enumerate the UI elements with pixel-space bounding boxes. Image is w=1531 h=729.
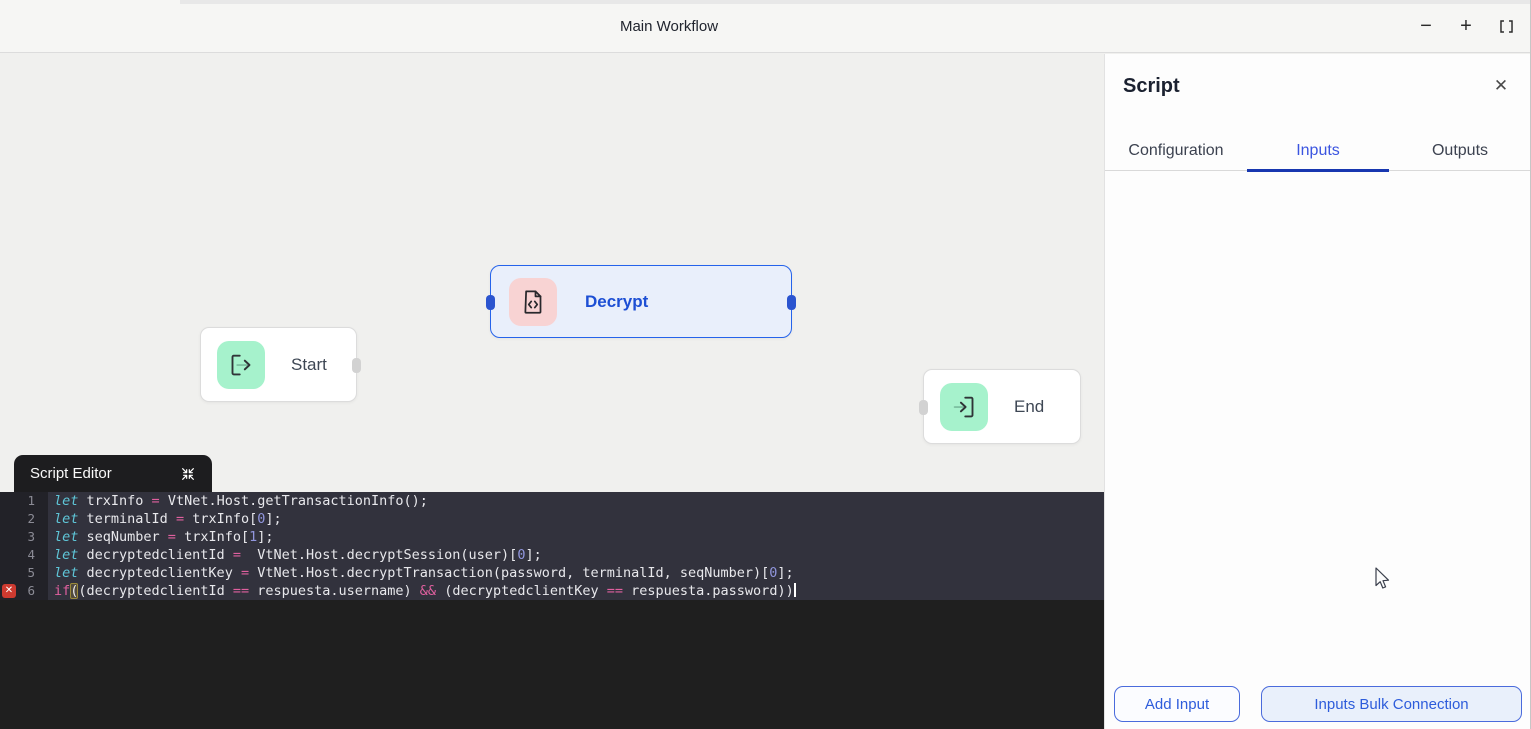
inputs-bulk-connection-button[interactable]: Inputs Bulk Connection	[1261, 686, 1522, 722]
collapse-icon[interactable]	[180, 466, 196, 482]
tab-outputs[interactable]: Outputs	[1389, 130, 1531, 170]
code-editor[interactable]: 1let trxInfo = VtNet.Host.getTransaction…	[0, 492, 1104, 729]
tab-configuration[interactable]: Configuration	[1105, 130, 1247, 170]
mouse-cursor	[1371, 566, 1391, 592]
node-decrypt[interactable]: Decrypt	[490, 265, 792, 338]
add-input-button[interactable]: Add Input	[1114, 686, 1240, 722]
code-line-3[interactable]: 3let seqNumber = trxInfo[1];	[0, 528, 1104, 546]
end-input-handle[interactable]	[919, 400, 928, 415]
node-label: Decrypt	[585, 292, 648, 312]
script-properties-panel: Script ✕ Configuration Inputs Outputs Ad…	[1104, 54, 1531, 729]
code-line-1[interactable]: 1let trxInfo = VtNet.Host.getTransaction…	[0, 492, 1104, 510]
titlebar: Main Workflow − +	[0, 0, 1531, 53]
workflow-title: Main Workflow	[620, 0, 718, 53]
add-tab-icon[interactable]: +	[1455, 16, 1477, 38]
error-marker-icon: ✕	[2, 584, 16, 598]
line-number: 2	[0, 510, 48, 528]
end-icon	[940, 383, 988, 431]
start-output-handle[interactable]	[352, 358, 361, 373]
code-line-5[interactable]: 5let decryptedclientKey = VtNet.Host.dec…	[0, 564, 1104, 582]
script-editor-title: Script Editor	[30, 465, 180, 482]
line-number: 5	[0, 564, 48, 582]
panel-tabs: Configuration Inputs Outputs	[1105, 130, 1531, 171]
code-content[interactable]: let trxInfo = VtNet.Host.getTransactionI…	[48, 492, 1104, 510]
code-content[interactable]: let decryptedclientKey = VtNet.Host.decr…	[48, 564, 1104, 582]
tab-inputs[interactable]: Inputs	[1247, 130, 1389, 170]
code-content[interactable]: let terminalId = trxInfo[0];	[48, 510, 1104, 528]
code-line-6[interactable]: ✕6if((decryptedclientId == respuesta.use…	[0, 582, 1104, 600]
code-content[interactable]: if((decryptedclientId == respuesta.usern…	[48, 582, 1104, 600]
expand-icon[interactable]	[1495, 16, 1517, 38]
decrypt-output-handle[interactable]	[787, 295, 796, 310]
panel-footer: Add Input Inputs Bulk Connection	[1114, 686, 1522, 722]
line-number: 3	[0, 528, 48, 546]
line-number: ✕6	[0, 582, 48, 600]
titlebar-top-strip	[180, 0, 1531, 4]
node-end[interactable]: End	[923, 369, 1081, 444]
minimize-icon[interactable]: −	[1415, 16, 1437, 38]
window-controls: − +	[1415, 0, 1517, 53]
node-start[interactable]: Start	[200, 327, 357, 402]
script-file-icon	[509, 278, 557, 326]
code-line-4[interactable]: 4let decryptedclientId = VtNet.Host.decr…	[0, 546, 1104, 564]
line-number: 1	[0, 492, 48, 510]
code-lines: 1let trxInfo = VtNet.Host.getTransaction…	[0, 492, 1104, 600]
text-caret	[794, 583, 796, 597]
node-label: Start	[291, 355, 327, 375]
decrypt-input-handle[interactable]	[486, 295, 495, 310]
line-number: 4	[0, 546, 48, 564]
close-icon[interactable]: ✕	[1489, 74, 1513, 98]
code-content[interactable]: let decryptedclientId = VtNet.Host.decry…	[48, 546, 1104, 564]
code-content[interactable]: let seqNumber = trxInfo[1];	[48, 528, 1104, 546]
script-editor-tab[interactable]: Script Editor	[14, 455, 212, 492]
start-icon	[217, 341, 265, 389]
panel-title: Script	[1123, 75, 1180, 98]
code-line-2[interactable]: 2let terminalId = trxInfo[0];	[0, 510, 1104, 528]
node-label: End	[1014, 397, 1044, 417]
